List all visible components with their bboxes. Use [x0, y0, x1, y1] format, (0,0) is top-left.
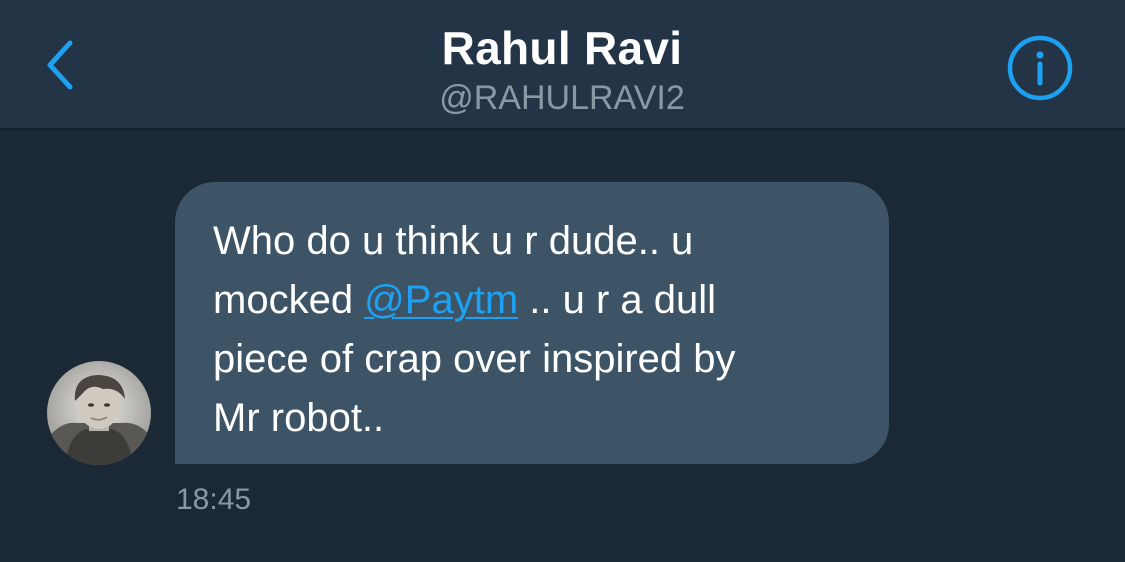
avatar-photo	[47, 361, 151, 465]
message-line-1: Who do u think u r dude.. u	[213, 219, 694, 263]
avatar[interactable]	[47, 361, 151, 465]
contact-handle: @RAHULRAVI2	[439, 79, 685, 117]
message-bubble[interactable]: Who do u think u r dude.. u mocked @Payt…	[175, 182, 889, 464]
message-line-4: Mr robot..	[213, 396, 385, 440]
conversation-title[interactable]: Rahul Ravi @RAHULRAVI2	[262, 20, 862, 118]
chevron-left-icon	[47, 40, 73, 90]
contact-name: Rahul Ravi	[441, 22, 683, 74]
conversation-header: Rahul Ravi @RAHULRAVI2	[0, 0, 1125, 130]
info-button[interactable]	[1006, 34, 1074, 102]
message-line-2-start: mocked	[213, 278, 365, 322]
info-circle-icon	[1007, 35, 1073, 101]
dm-conversation-screen: Rahul Ravi @RAHULRAVI2 Who do u think u …	[0, 0, 1125, 562]
message-timestamp: 18:45	[176, 483, 252, 516]
message-line-3: piece of crap over inspired by	[213, 337, 736, 381]
message-text: Who do u think u r dude.. u mocked @Payt…	[213, 212, 849, 448]
mention-link[interactable]: @Paytm	[364, 278, 518, 322]
back-button[interactable]	[30, 30, 90, 100]
message-line-2-end: .. u r a dull	[518, 278, 717, 322]
